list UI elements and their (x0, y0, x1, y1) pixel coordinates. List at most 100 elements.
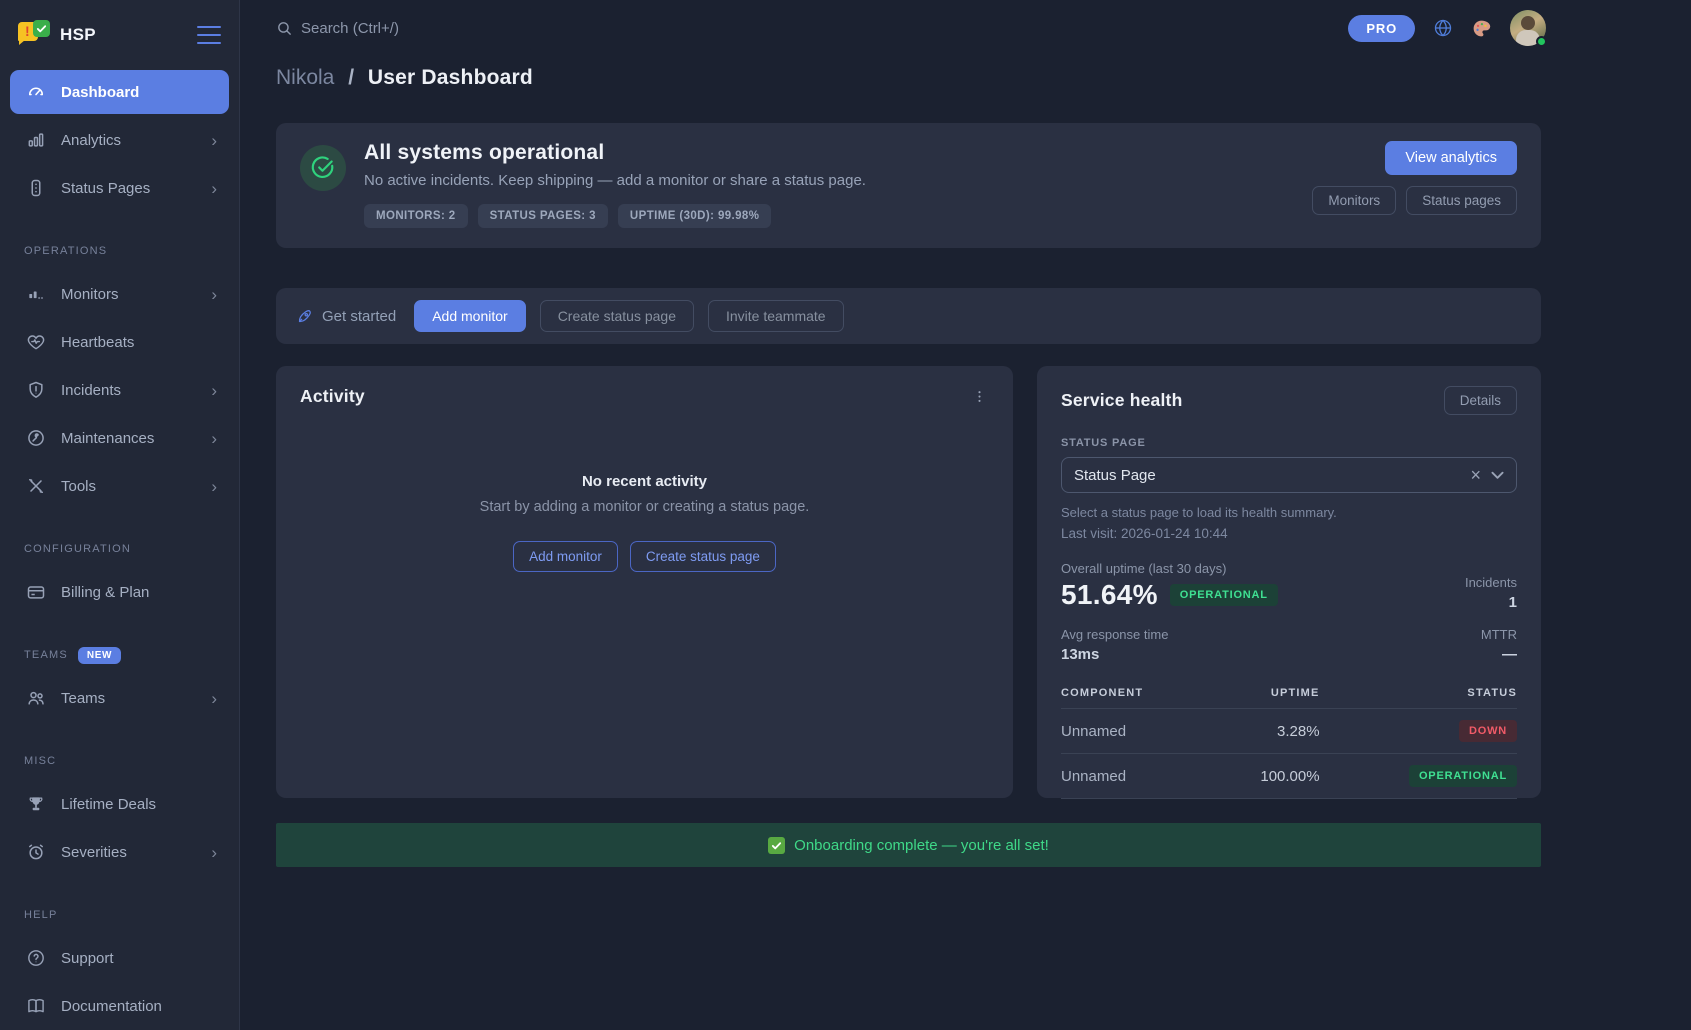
table-row: Unnamed 100.00% OPERATIONAL (1061, 754, 1517, 799)
service-health-card: Service health Details STATUS PAGE Statu… (1037, 366, 1541, 798)
chevron-down-icon[interactable] (1491, 471, 1504, 480)
sidebar-item-label: Severities (61, 844, 127, 861)
uptime-label: Overall uptime (last 30 days) (1061, 561, 1278, 576)
breadcrumb-parent[interactable]: Nikola (276, 66, 334, 89)
create-status-page-button[interactable]: Create status page (540, 300, 694, 332)
sidebar-item-billing[interactable]: Billing & Plan (10, 570, 229, 614)
sidebar-item-label: Incidents (61, 382, 121, 399)
brand-name: HSP (60, 25, 96, 45)
chevron-right-icon: › (211, 844, 217, 861)
select-helper-text: Select a status page to load its health … (1061, 505, 1517, 520)
globe-icon[interactable] (1433, 18, 1453, 38)
chevron-right-icon: › (211, 478, 217, 495)
credit-card-icon (26, 582, 46, 602)
view-analytics-button[interactable]: View analytics (1385, 141, 1517, 175)
search-box[interactable] (276, 20, 601, 37)
uptime-value: 51.64% (1061, 579, 1158, 611)
hero-subtitle: No active incidents. Keep shipping — add… (364, 172, 866, 189)
avg-response-label: Avg response time (1061, 627, 1168, 642)
signal-bars-icon (26, 284, 46, 304)
empty-state-title: No recent activity (300, 473, 989, 490)
create-status-page-button[interactable]: Create status page (630, 541, 776, 572)
sidebar-item-analytics[interactable]: Analytics › (10, 118, 229, 162)
component-uptime: 100.00% (1211, 754, 1319, 799)
sidebar-item-dashboard[interactable]: Dashboard (10, 70, 229, 114)
heartbeat-icon (26, 332, 46, 352)
select-value: Status Page (1074, 467, 1156, 484)
chevron-right-icon: › (211, 430, 217, 447)
breadcrumb-separator: / (348, 66, 354, 89)
sidebar-item-label: Lifetime Deals (61, 796, 156, 813)
new-badge: NEW (78, 647, 121, 664)
logo-row: ! HSP (10, 14, 229, 56)
kebab-menu-icon[interactable] (970, 387, 989, 406)
column-header-uptime: UPTIME (1211, 679, 1319, 709)
sidebar-item-support[interactable]: Support (10, 936, 229, 980)
hamburger-menu-icon[interactable] (197, 26, 221, 44)
traffic-light-icon (26, 178, 46, 198)
question-badge-icon (26, 948, 46, 968)
rocket-icon (296, 308, 313, 325)
trophy-icon (26, 794, 46, 814)
hsp-logo-icon: ! (18, 20, 50, 50)
invite-teammate-button[interactable]: Invite teammate (708, 300, 844, 332)
check-circle-icon (300, 145, 346, 191)
sidebar-item-documentation[interactable]: Documentation (10, 984, 229, 1028)
sidebar-item-label: Teams (61, 690, 105, 707)
wrench-circle-icon (26, 428, 46, 448)
last-visit-text: Last visit: 2026-01-24 10:44 (1061, 526, 1517, 541)
gauge-icon (26, 82, 46, 102)
monitors-count-chip: MONITORS: 2 (364, 204, 468, 228)
status-badge: DOWN (1459, 720, 1517, 742)
mttr-value: — (1481, 646, 1517, 663)
app-window: ! HSP Dashboard Analytics › (0, 0, 1691, 1030)
sidebar-item-heartbeats[interactable]: Heartbeats (10, 320, 229, 364)
sidebar-item-status-pages[interactable]: Status Pages › (10, 166, 229, 210)
user-avatar[interactable] (1510, 10, 1546, 46)
add-monitor-button[interactable]: Add monitor (414, 300, 525, 332)
system-status-card: All systems operational No active incide… (276, 123, 1541, 248)
details-button[interactable]: Details (1444, 386, 1517, 415)
pro-badge[interactable]: PRO (1348, 15, 1415, 42)
sidebar-item-label: Status Pages (61, 180, 150, 197)
breadcrumb-current: User Dashboard (368, 66, 533, 89)
status-badge: OPERATIONAL (1409, 765, 1517, 787)
sidebar-item-severities[interactable]: Severities › (10, 830, 229, 874)
monitors-button[interactable]: Monitors (1312, 186, 1396, 215)
sidebar-item-label: Billing & Plan (61, 584, 149, 601)
sidebar-item-label: Heartbeats (61, 334, 134, 351)
sidebar-item-incidents[interactable]: Incidents › (10, 368, 229, 412)
sidebar-section-operations: OPERATIONS (24, 244, 215, 258)
sidebar-item-label: Tools (61, 478, 96, 495)
topbar: PRO (240, 0, 1691, 56)
incidents-label: Incidents (1465, 575, 1517, 590)
sidebar-section-help: HELP (24, 908, 215, 922)
status-page-select[interactable]: Status Page × (1061, 457, 1517, 493)
sidebar-item-maintenances[interactable]: Maintenances › (10, 416, 229, 460)
clear-icon[interactable]: × (1470, 466, 1481, 484)
main-area: PRO Nikola / User Dashboard (240, 0, 1691, 1030)
mttr-label: MTTR (1481, 627, 1517, 642)
sidebar-item-tools[interactable]: Tools › (10, 464, 229, 508)
sidebar-item-monitors[interactable]: Monitors › (10, 272, 229, 316)
sidebar-item-label: Dashboard (61, 84, 139, 101)
activity-empty-state: No recent activity Start by adding a mon… (300, 473, 989, 572)
theme-palette-icon[interactable] (1471, 18, 1492, 39)
search-input[interactable] (301, 20, 601, 37)
sidebar-item-lifetime-deals[interactable]: Lifetime Deals (10, 782, 229, 826)
content: Nikola / User Dashboard All systems oper… (240, 56, 1691, 867)
shield-alert-icon (26, 380, 46, 400)
sidebar-section-configuration: CONFIGURATION (24, 542, 215, 556)
add-monitor-button[interactable]: Add monitor (513, 541, 618, 572)
sidebar-item-label: Documentation (61, 998, 162, 1015)
sidebar-item-teams[interactable]: Teams › (10, 676, 229, 720)
sidebar: ! HSP Dashboard Analytics › (0, 0, 240, 1030)
status-page-label: STATUS PAGE (1061, 437, 1517, 449)
alarm-clock-icon (26, 842, 46, 862)
status-pages-button[interactable]: Status pages (1406, 186, 1517, 215)
sidebar-item-label: Analytics (61, 132, 121, 149)
hero-title: All systems operational (364, 141, 866, 165)
sidebar-item-label: Maintenances (61, 430, 154, 447)
empty-state-subtitle: Start by adding a monitor or creating a … (300, 499, 989, 515)
online-status-dot (1536, 36, 1547, 47)
